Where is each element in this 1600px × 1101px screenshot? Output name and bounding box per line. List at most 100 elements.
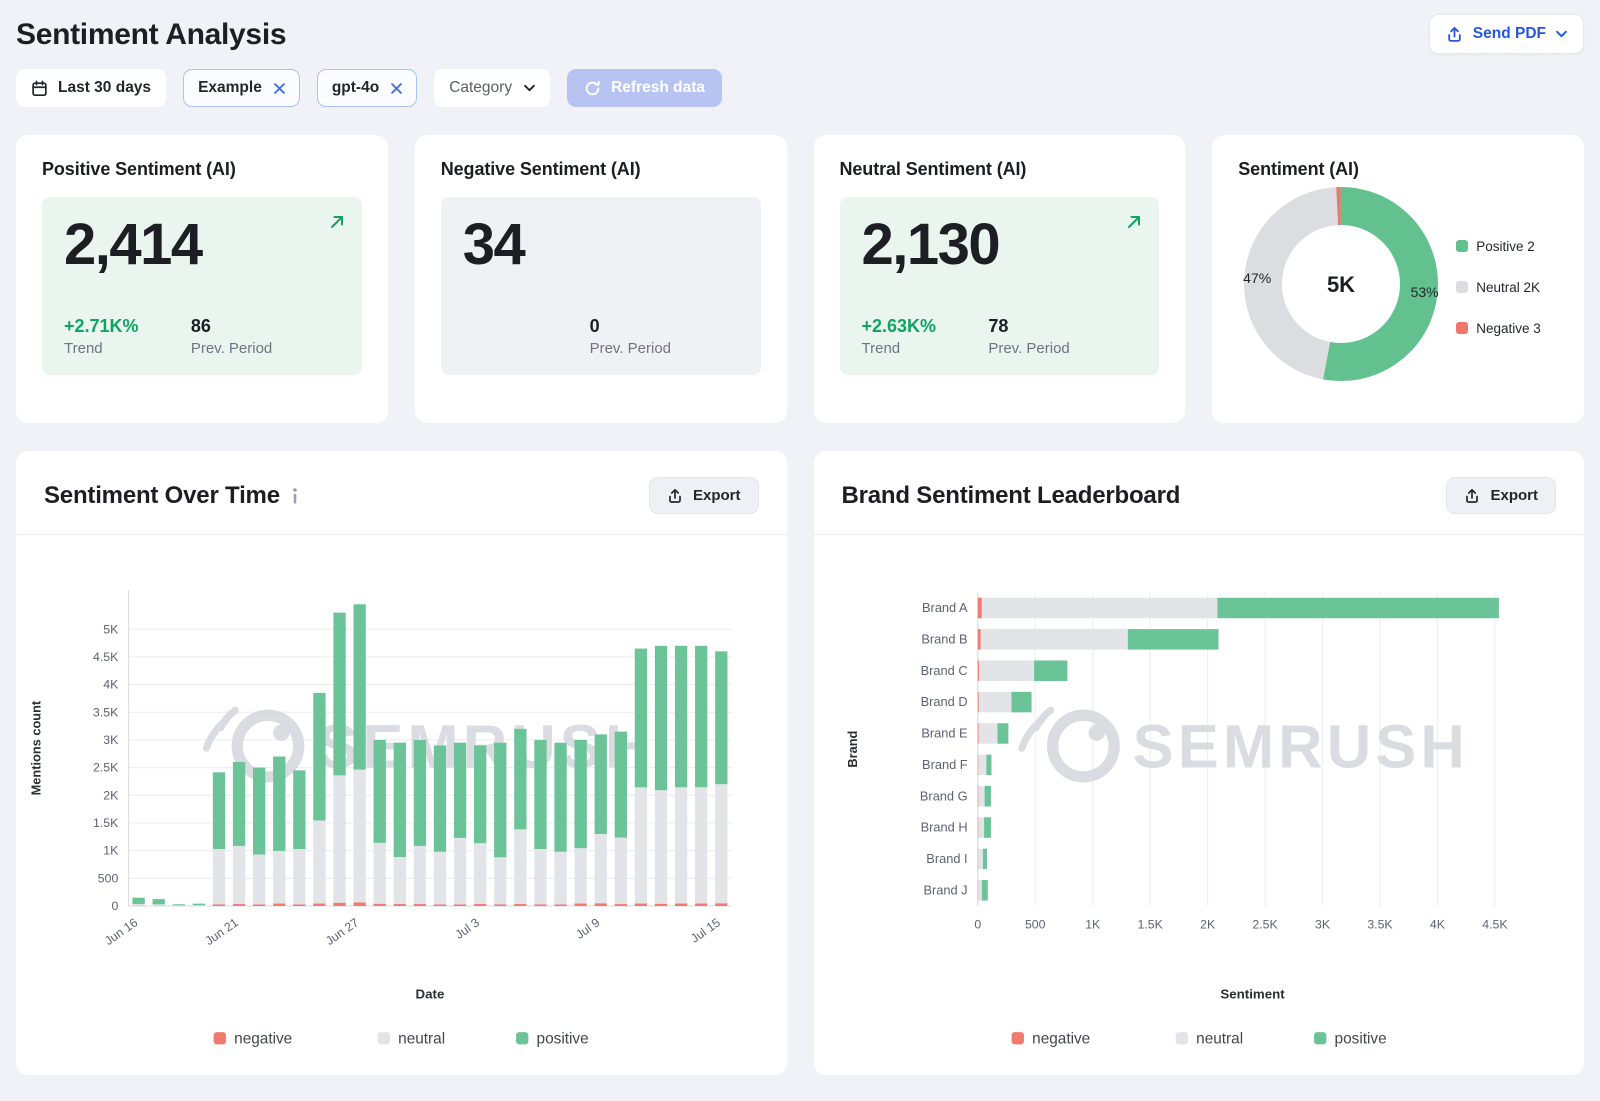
refresh-icon [584, 80, 601, 97]
sentiment-donut-card: Sentiment (AI) 53%47% 5K Positive 2 Neut… [1212, 135, 1584, 423]
svg-text:2K: 2K [103, 788, 119, 802]
info-icon[interactable] [292, 488, 298, 504]
kpi-card-positive: Positive Sentiment (AI) 2,414 +2.71K% Tr… [16, 135, 388, 423]
legend-label: Negative 3 [1476, 321, 1541, 336]
legend-item-negative: negative [214, 1030, 293, 1047]
brand-label: Brand B [921, 631, 967, 646]
svg-text:neutral: neutral [398, 1030, 445, 1047]
prev-label: Prev. Period [590, 340, 739, 357]
kpi-title: Positive Sentiment (AI) [42, 159, 362, 180]
svg-text:4K: 4K [1429, 918, 1445, 932]
donut-pct-label: 47% [1243, 270, 1271, 286]
svg-text:500: 500 [98, 871, 119, 885]
legend-label: Neutral 2K [1476, 280, 1540, 295]
donut-legend-item: Positive 2 [1456, 239, 1541, 254]
svg-text:4.5K: 4.5K [93, 650, 119, 664]
brand-label: Brand E [921, 726, 967, 741]
legend-item-negative: negative [1011, 1030, 1090, 1047]
calendar-icon [31, 80, 48, 97]
brand-label: Brand A [922, 600, 968, 615]
export-label: Export [693, 487, 741, 504]
svg-text:3.5K: 3.5K [93, 705, 119, 719]
donut-pct-label: 53% [1411, 284, 1439, 300]
donut-legend: Positive 2 Neutral 2K Negative 3 [1446, 239, 1541, 336]
svg-text:2.5K: 2.5K [1252, 918, 1278, 932]
kpi-stats: +2.71K% Trend 86 Prev. Period [64, 316, 340, 357]
prev-label: Prev. Period [988, 340, 1137, 357]
brand-label: Brand D [920, 694, 967, 709]
svg-text:2K: 2K [1200, 918, 1216, 932]
svg-text:negative: negative [234, 1030, 292, 1047]
donut-svg-container: 53% 47% 5K [1238, 182, 1446, 392]
svg-text:4.5K: 4.5K [1482, 918, 1508, 932]
kpi-card-negative: Negative Sentiment (AI) 34 0 Prev. Perio… [415, 135, 787, 423]
panel-header: Brand Sentiment Leaderboard Export [814, 451, 1585, 534]
brand-label: Brand H [920, 820, 967, 835]
x-tick-label: Jun 27 [323, 915, 361, 948]
kpi-title: Neutral Sentiment (AI) [840, 159, 1160, 180]
svg-text:1.5K: 1.5K [93, 816, 119, 830]
legend-label: Positive 2 [1476, 239, 1535, 254]
legend-item-neutral: neutral [378, 1030, 445, 1047]
y-axis-title: Brand [844, 731, 859, 768]
kpi-prev: 0 Prev. Period [590, 316, 739, 357]
kpi-prev: 86 Prev. Period [191, 316, 340, 357]
filter-bar: Last 30 days Example gpt-4o Category Ref… [16, 69, 1584, 107]
brand-label: Brand F [922, 757, 968, 772]
sentiment-donut-chart: 53% 47% 5K Positive 2 Neutral 2K Negative… [1238, 182, 1584, 392]
x-tick-label: Jul 9 [573, 915, 602, 941]
refresh-label: Refresh data [611, 79, 705, 97]
svg-text:1K: 1K [103, 844, 119, 858]
chip-label: Example [198, 79, 262, 97]
export-label: Export [1490, 487, 1538, 504]
prev-value: 0 [590, 316, 739, 337]
legend-item-positive: positive [1314, 1030, 1387, 1047]
kpi-trend [463, 316, 590, 357]
donut-legend-item: Negative 3 [1456, 321, 1541, 336]
brand-leaderboard-svg: 05001K1.5K2K2.5K3K3.5K4K4.5K SEMRUSH Bra… [822, 539, 1577, 1072]
chart-panels: Sentiment Over Time Export 05001K1.5K2K2… [16, 451, 1584, 1075]
legend-swatch [1456, 322, 1468, 334]
kpi-value: 34 [463, 211, 739, 278]
x-tick-label: Jul 3 [453, 915, 482, 941]
svg-text:SEMRUSH: SEMRUSH [1132, 713, 1468, 782]
y-axis-title: Mentions count [28, 700, 43, 795]
kpi-value-box: 2,414 +2.71K% Trend 86 Prev. Period [42, 197, 362, 375]
kpi-stats: +2.63K% Trend 78 Prev. Period [862, 316, 1138, 357]
brand-leaderboard-chart: 05001K1.5K2K2.5K3K3.5K4K4.5K SEMRUSH Bra… [814, 535, 1585, 1072]
send-pdf-button[interactable]: Send PDF [1429, 14, 1584, 54]
filter-chip-example[interactable]: Example [183, 69, 300, 107]
category-label: Category [449, 79, 512, 97]
kpi-row: Positive Sentiment (AI) 2,414 +2.71K% Tr… [16, 135, 1584, 423]
svg-text:4K: 4K [103, 678, 119, 692]
chevron-down-icon [1556, 30, 1567, 38]
x-tick-label: Jun 16 [102, 915, 140, 948]
trend-label: Trend [64, 340, 191, 357]
kpi-value-box: 34 0 Prev. Period [441, 197, 761, 375]
prev-value: 78 [988, 316, 1137, 337]
trend-value: +2.63K% [862, 316, 989, 337]
kpi-title: Negative Sentiment (AI) [441, 159, 761, 180]
export-button[interactable]: Export [1446, 477, 1556, 514]
category-dropdown[interactable]: Category [434, 69, 550, 107]
svg-text:0: 0 [974, 918, 981, 932]
remove-chip-icon[interactable] [391, 83, 402, 94]
trend-value: +2.71K% [64, 316, 191, 337]
svg-text:3K: 3K [103, 733, 119, 747]
filter-chip-model[interactable]: gpt-4o [317, 69, 417, 107]
export-button[interactable]: Export [649, 477, 759, 514]
kpi-value: 2,414 [64, 211, 340, 278]
send-pdf-label: Send PDF [1473, 25, 1546, 43]
upload-icon [1464, 488, 1480, 504]
legend-swatch [1456, 281, 1468, 293]
date-range-button[interactable]: Last 30 days [16, 69, 166, 107]
remove-chip-icon[interactable] [274, 83, 285, 94]
kpi-trend: +2.63K% Trend [862, 316, 989, 357]
kpi-card-neutral: Neutral Sentiment (AI) 2,130 +2.63K% Tre… [814, 135, 1186, 423]
donut-center-label: 5K [1327, 272, 1355, 297]
svg-text:3K: 3K [1315, 918, 1331, 932]
trend-up-icon [328, 213, 346, 231]
svg-text:0: 0 [111, 899, 118, 913]
refresh-data-button[interactable]: Refresh data [567, 69, 722, 107]
svg-text:500: 500 [1024, 918, 1045, 932]
